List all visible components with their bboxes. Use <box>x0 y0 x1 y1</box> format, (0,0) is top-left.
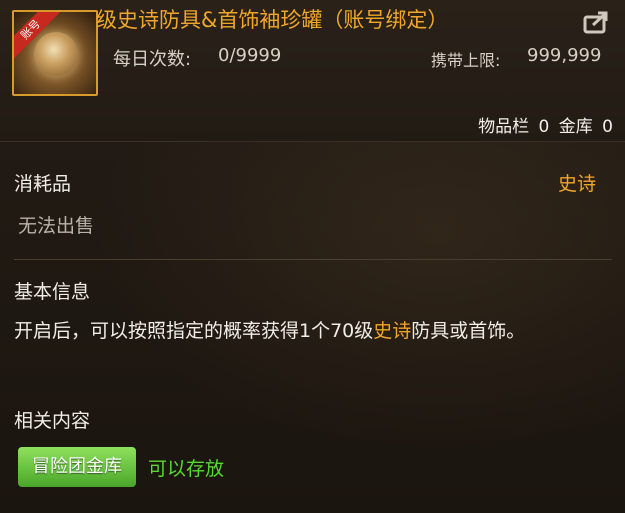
carry-limit-value: 999,999 <box>527 45 602 66</box>
basic-info-title: 基本信息 <box>14 281 91 303</box>
sale-status: 无法出售 <box>18 215 95 237</box>
carry-limit-label: 携带上限: <box>431 51 501 70</box>
description-text: 开启后，可以按照指定的概率获得1个70级 <box>14 320 374 342</box>
vault-label: 金库 <box>558 117 593 137</box>
golden-jar-icon <box>34 32 78 76</box>
vault-value: 0 <box>602 117 613 137</box>
rarity-label: 史诗 <box>558 173 597 195</box>
item-icon: 账号 <box>12 10 98 96</box>
adventure-vault-badge[interactable]: 冒险团金库 <box>18 447 136 487</box>
tooltip-header: 账号 级史诗防具&首饰袖珍罐（账号绑定） 每日次数: 0/9999 携带上限: … <box>0 0 625 142</box>
divider <box>14 259 612 260</box>
inventory-value: 0 <box>538 117 550 137</box>
daily-limit-label: 每日次数: <box>113 49 192 70</box>
description-text-end: 防具或首饰。 <box>411 320 526 342</box>
item-name: 级史诗防具&首饰袖珍罐（账号绑定） <box>96 8 449 32</box>
item-description: 开启后，可以按照指定的概率获得1个70级史诗防具或首饰。 <box>14 316 610 347</box>
inventory-count: 物品栏 0 金库 0 <box>474 112 613 137</box>
category-label: 消耗品 <box>14 173 72 195</box>
share-icon[interactable] <box>583 10 611 34</box>
item-tooltip-panel: 账号 级史诗防具&首饰袖珍罐（账号绑定） 每日次数: 0/9999 携带上限: … <box>0 0 625 513</box>
related-content-title: 相关内容 <box>14 410 91 432</box>
description-highlight: 史诗 <box>373 320 412 342</box>
inventory-label: 物品栏 <box>478 117 530 137</box>
storable-status: 可以存放 <box>148 458 225 480</box>
daily-limit-value: 0/9999 <box>218 45 282 66</box>
